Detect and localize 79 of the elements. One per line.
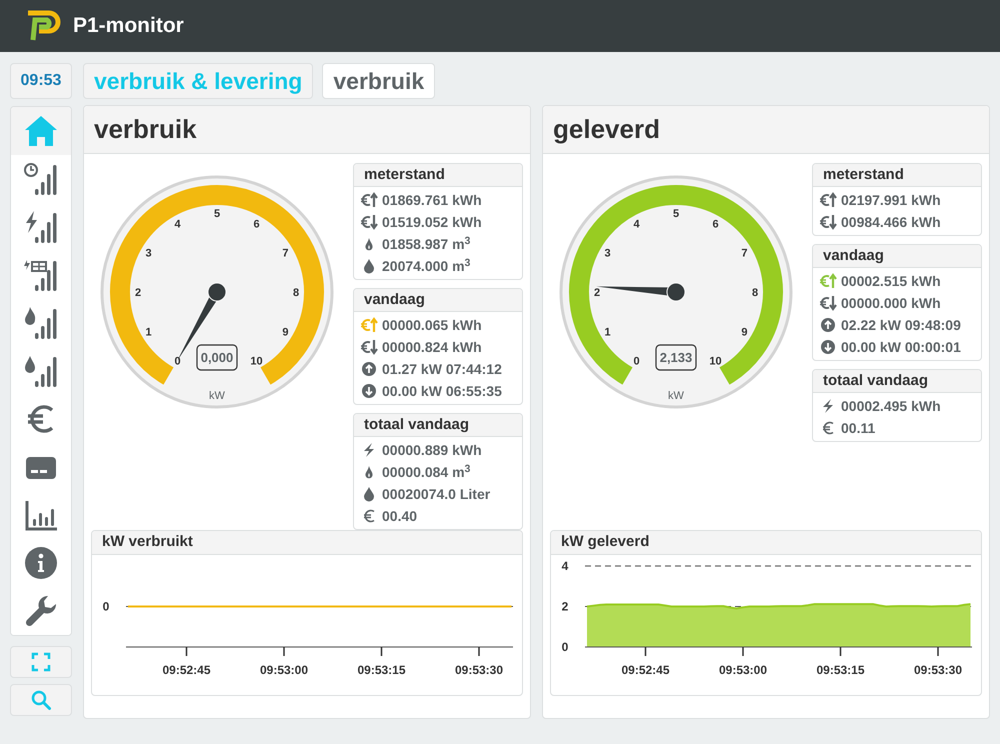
meter-value: 00000.065 kWh <box>382 318 482 332</box>
x-axis-label: 09:53:15 <box>816 663 865 677</box>
tick-label: 1 <box>604 326 611 338</box>
tick-label: 2 <box>594 287 600 299</box>
meter-value: 01869.761 kWh <box>382 193 482 207</box>
tick-label: 9 <box>282 326 288 338</box>
tick-label: 4 <box>174 218 181 231</box>
card-title: totaal vandaag <box>813 370 981 393</box>
y-axis-label: 4 <box>562 559 568 573</box>
gauge-reading: 0,000 <box>196 344 238 371</box>
y-axis-label: 2 <box>562 600 568 614</box>
panel-title: geleverd <box>543 106 989 154</box>
meter-value: 02197.991 kWh <box>841 193 941 207</box>
tick-label: 8 <box>292 287 300 299</box>
tick-label: 4 <box>633 218 640 231</box>
fullscreen-icon <box>31 652 51 672</box>
meter-value: 01858.987 m$^{3}$ <box>382 237 470 251</box>
x-axis-label: 09:52:45 <box>621 663 670 677</box>
app-title: P1-monitor <box>73 13 184 40</box>
tick-label: 6 <box>712 218 719 231</box>
x-axis-label: 09:52:45 <box>162 663 211 677</box>
card-title: kW verbruikt <box>92 531 522 555</box>
meter-value: 00.00 kW 06:55:35 <box>382 384 502 398</box>
meter-value: 20074.000 m$^{3}$ <box>382 259 470 273</box>
meter-value: 00.00 kW 00:00:01 <box>841 340 961 354</box>
card-title: meterstand <box>354 164 522 187</box>
y-axis-label: 0 <box>102 600 110 614</box>
meter-value: 00000.889 kWh <box>382 443 482 457</box>
meter-value: 00.11 <box>841 421 876 435</box>
meter-value: 00984.466 kWh <box>841 215 941 229</box>
home-icon <box>23 113 59 149</box>
x-axis-label: 09:53:30 <box>454 663 504 677</box>
tick-label: 10 <box>709 355 722 368</box>
card-title: meterstand <box>813 164 981 187</box>
gauge-unit: kW <box>668 390 684 402</box>
meter-value: 00000.000 kWh <box>841 296 941 310</box>
x-axis-label: 09:53:15 <box>357 663 406 677</box>
meter-value: 00000.824 kWh <box>382 340 482 354</box>
x-axis-label: 09:53:00 <box>718 663 768 677</box>
tick-label: 3 <box>146 248 152 260</box>
meter-value: 01519.052 kWh <box>382 215 482 229</box>
tick-label: 5 <box>214 208 220 220</box>
tick-label: 9 <box>741 326 748 338</box>
meter-value: 00.40 <box>382 509 418 523</box>
info-icon <box>23 545 59 581</box>
meter-value: 00000.084 m$^{3}$ <box>382 465 470 479</box>
clock: 09:53 <box>10 63 72 99</box>
y-axis-label: 0 <box>562 640 568 654</box>
panel-title: verbruik <box>84 106 530 154</box>
meter-value: 01.27 kW 07:44:12 <box>382 362 502 376</box>
meter-value: 00002.515 kWh <box>841 274 941 288</box>
tick-label: 8 <box>752 287 758 299</box>
tick-label: 7 <box>282 248 288 260</box>
wrench-icon <box>23 593 59 629</box>
search-icon <box>31 690 51 710</box>
tick-label: 0 <box>174 355 181 368</box>
tick-label: 1 <box>146 326 152 338</box>
tick-label: 3 <box>604 248 611 260</box>
tick-label: 6 <box>253 218 260 231</box>
tick-label: 0 <box>633 355 640 368</box>
tick-label: 7 <box>741 248 748 260</box>
card-title: totaal vandaag <box>354 414 522 437</box>
meter-value: 02.22 kW 09:48:09 <box>841 318 961 332</box>
tick-label: 2 <box>134 287 142 299</box>
x-axis-label: 09:53:30 <box>914 663 962 677</box>
clock-bars-icon <box>23 161 59 197</box>
gauge-unit: kW <box>209 390 225 402</box>
card-title: vandaag <box>813 245 981 268</box>
tick-label: 5 <box>672 208 680 220</box>
tick-label: 10 <box>250 355 263 368</box>
bolt-bars-icon <box>23 209 59 245</box>
meter-value: 00002.495 kWh <box>841 399 941 413</box>
gauge-reading: 2,133 <box>655 344 697 371</box>
meter-value: 00020074.0 Liter <box>382 487 490 501</box>
logo-icon <box>25 10 61 42</box>
card-title: kW geleverd <box>551 531 981 555</box>
x-axis-label: 09:53:00 <box>260 663 308 677</box>
tab[interactable]: verbruik <box>322 63 436 99</box>
card-title: vandaag <box>354 289 522 312</box>
